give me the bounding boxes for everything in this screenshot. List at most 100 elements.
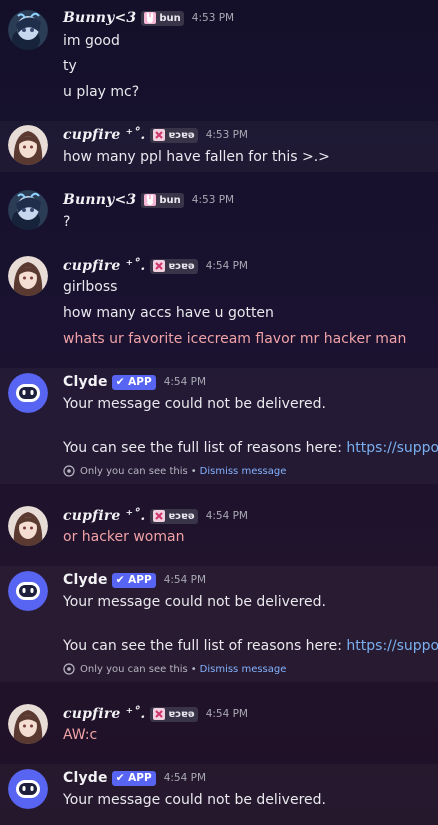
message-header: cupfire ⁺˚. ɐɔɐǝ 4:54 PM: [63, 506, 248, 526]
message-header: Bunny<3 bun 4:53 PM: [63, 8, 234, 28]
message-text: Your message could not be delivered.: [63, 396, 326, 412]
timestamp: 4:53 PM: [191, 194, 235, 206]
app-badge: ✔ APP: [111, 572, 156, 588]
message: cupfire ⁺˚. ɐɔɐǝ 4:53 PM how many ppl ha…: [0, 121, 438, 172]
timestamp: 4:53 PM: [205, 129, 248, 141]
avatar[interactable]: [8, 571, 48, 611]
support-link[interactable]: https://support: [346, 638, 438, 654]
username[interactable]: Bunny<3: [63, 192, 136, 208]
timestamp: 4:54 PM: [205, 510, 248, 522]
server-tag-label: ɐɔɐǝ: [168, 129, 195, 141]
server-tag-label: ɐɔɐǝ: [168, 510, 195, 522]
server-tag[interactable]: ɐɔɐǝ: [150, 258, 198, 274]
avatar[interactable]: [8, 373, 48, 413]
message-header: Clyde ✔ APP 4:54 PM: [63, 768, 206, 788]
reasons-text: You can see the full list of reasons her…: [63, 638, 347, 654]
server-tag[interactable]: ɐɔɐǝ: [150, 127, 198, 143]
server-tag[interactable]: ɐɔɐǝ: [150, 706, 198, 722]
server-tag[interactable]: bun: [141, 192, 184, 208]
server-tag[interactable]: ɐɔɐǝ: [150, 508, 198, 524]
ephemeral-notice: Only you can see this • Dismiss message: [63, 465, 286, 477]
timestamp: 4:54 PM: [163, 376, 207, 388]
timestamp: 4:54 PM: [163, 772, 207, 784]
ephemeral-notice: Only you can see this • Dismiss message: [63, 663, 286, 675]
avatar[interactable]: [8, 256, 48, 296]
message-text: u play mc?: [63, 84, 140, 100]
avatar[interactable]: [8, 506, 48, 546]
timestamp: 4:54 PM: [163, 574, 207, 586]
flower-icon: [153, 129, 166, 141]
ephemeral-text: Only you can see this: [80, 663, 188, 675]
server-tag[interactable]: bun: [141, 10, 184, 26]
message-header: Bunny<3 bun 4:53 PM: [63, 190, 234, 210]
app-badge: ✔ APP: [111, 770, 156, 786]
username[interactable]: cupfire ⁺˚.: [63, 706, 145, 722]
message-text: Your message could not be delivered.: [63, 792, 326, 808]
message-header: cupfire ⁺˚. ɐɔɐǝ 4:54 PM: [63, 704, 248, 724]
separator: •: [190, 663, 197, 675]
message-text: Your message could not be delivered.: [63, 594, 326, 610]
server-tag-label: bun: [159, 12, 181, 24]
clyde-bot-icon: [8, 769, 48, 809]
message: Bunny<3 bun 4:53 PM ?: [0, 184, 438, 234]
avatar[interactable]: [8, 10, 48, 50]
message-header: cupfire ⁺˚. ɐɔɐǝ 4:53 PM: [63, 125, 248, 145]
message-text: ty: [63, 58, 77, 74]
timestamp: 4:54 PM: [205, 260, 248, 272]
message-text: how many accs have u gotten: [63, 305, 274, 321]
message-header: cupfire ⁺˚. ɐɔɐǝ 4:54 PM: [63, 256, 248, 276]
message-text: girlboss: [63, 279, 118, 295]
message-text: AW:c: [63, 727, 98, 743]
server-tag-label: ɐɔɐǝ: [168, 708, 195, 720]
cupfire-avatar-icon: [8, 704, 48, 744]
bunny-icon: [144, 194, 157, 206]
username[interactable]: Clyde: [63, 572, 108, 588]
server-tag-label: bun: [159, 194, 181, 206]
avatar[interactable]: [8, 769, 48, 809]
username[interactable]: Clyde: [63, 770, 108, 786]
support-link[interactable]: https://support: [346, 440, 438, 456]
avatar[interactable]: [8, 704, 48, 744]
timestamp: 4:53 PM: [191, 12, 235, 24]
cupfire-avatar-icon: [8, 506, 48, 546]
flower-icon: [153, 510, 166, 522]
message-text: im good: [63, 33, 120, 49]
username[interactable]: cupfire ⁺˚.: [63, 127, 145, 143]
reasons-text: You can see the full list of reasons her…: [63, 440, 347, 456]
avatar[interactable]: [8, 190, 48, 230]
server-tag-label: ɐɔɐǝ: [168, 260, 195, 272]
cupfire-avatar-icon: [8, 256, 48, 296]
message: cupfire ⁺˚. ɐɔɐǝ 4:54 PM or hacker woman: [0, 498, 438, 552]
bunny-avatar-icon: [8, 190, 48, 230]
bunny-icon: [144, 12, 157, 24]
message: Bunny<3 bun 4:53 PM im good ty u play mc…: [0, 0, 438, 112]
ephemeral-text: Only you can see this: [80, 465, 188, 477]
bunny-avatar-icon: [8, 10, 48, 50]
cupfire-avatar-icon: [8, 125, 48, 165]
message-text: whats ur favorite icecream flavor mr hac…: [63, 331, 407, 347]
app-badge: ✔ APP: [111, 374, 156, 390]
message: cupfire ⁺˚. ɐɔɐǝ 4:54 PM girlboss how ma…: [0, 248, 438, 358]
message-text: or hacker woman: [63, 529, 185, 545]
avatar[interactable]: [8, 125, 48, 165]
message-header: Clyde ✔ APP 4:54 PM: [63, 570, 206, 590]
eye-icon: [63, 663, 75, 675]
username[interactable]: cupfire ⁺˚.: [63, 508, 145, 524]
username[interactable]: Bunny<3: [63, 10, 136, 26]
message-header: Clyde ✔ APP 4:54 PM: [63, 372, 206, 392]
username[interactable]: cupfire ⁺˚.: [63, 258, 145, 274]
message: Clyde ✔ APP 4:54 PM Your message could n…: [0, 566, 438, 682]
message-text: You can see the full list of reasons her…: [63, 439, 438, 457]
username[interactable]: Clyde: [63, 374, 108, 390]
message-text: ?: [63, 214, 71, 230]
message: cupfire ⁺˚. ɐɔɐǝ 4:54 PM AW:c: [0, 696, 438, 750]
message-text: You can see the full list of reasons her…: [63, 637, 438, 655]
timestamp: 4:54 PM: [205, 708, 248, 720]
flower-icon: [153, 708, 166, 720]
dismiss-message-link[interactable]: Dismiss message: [200, 664, 287, 675]
clyde-bot-icon: [8, 571, 48, 611]
dismiss-message-link[interactable]: Dismiss message: [200, 466, 287, 477]
message: Clyde ✔ APP 4:54 PM Your message could n…: [0, 764, 438, 825]
flower-icon: [153, 260, 166, 272]
message-text: how many ppl have fallen for this >.>: [63, 149, 330, 165]
